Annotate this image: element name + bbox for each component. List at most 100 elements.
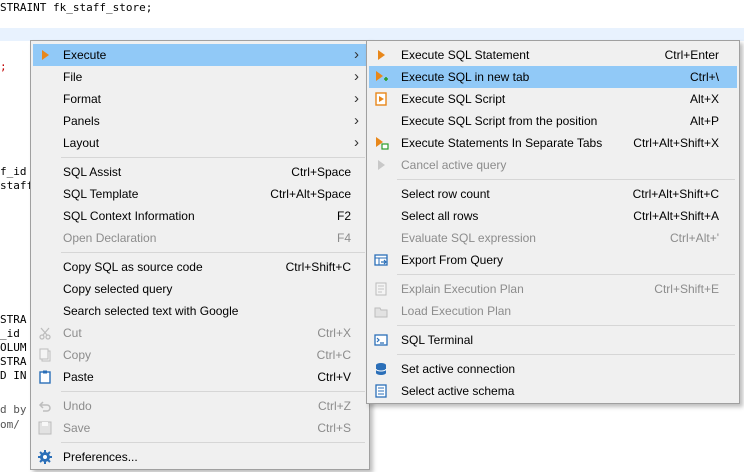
preferences-icon	[37, 449, 53, 465]
menu-item-sql-context-information[interactable]: SQL Context Information F2	[33, 205, 367, 227]
menu-item-label: Execute	[63, 48, 107, 62]
code-line: ;	[0, 60, 7, 73]
menu-item-shortcut: Alt+P	[689, 114, 719, 128]
cut-icon	[37, 325, 53, 341]
menu-separator	[61, 157, 365, 158]
menu-item-shortcut: Ctrl+Space	[291, 165, 351, 179]
menu-item-label: Format	[63, 92, 102, 106]
menu-item-label: SQL Terminal	[401, 333, 474, 347]
menu-item-cancel-active-query: Cancel active query	[369, 154, 737, 176]
undo-icon	[37, 398, 53, 414]
menu-item-open-declaration: Open Declaration F4	[33, 227, 367, 249]
menu-item-shortcut: Ctrl+Alt+Space	[270, 187, 351, 201]
menu-item-select-row-count[interactable]: Select row count Ctrl+Alt+Shift+C	[369, 183, 737, 205]
menu-item-label: SQL Template	[63, 187, 139, 201]
menu-separator	[397, 274, 735, 275]
menu-item-panels[interactable]: Panels ›	[33, 110, 367, 132]
paste-icon	[37, 369, 53, 385]
menu-item-execute-sql-in-new-tab[interactable]: Execute SQL in new tab Ctrl+\	[369, 66, 737, 88]
menu-item-label: Undo	[63, 399, 92, 413]
chevron-right-icon: ›	[354, 112, 359, 129]
menu-item-search-selected-text-with-google[interactable]: Search selected text with Google	[33, 300, 367, 322]
menu-item-layout[interactable]: Layout ›	[33, 132, 367, 154]
execute-submenu: Execute SQL Statement Ctrl+Enter Execute S…	[366, 40, 740, 404]
menu-separator	[397, 354, 735, 355]
code-line: D IN	[0, 369, 27, 382]
menu-item-sql-assist[interactable]: SQL Assist Ctrl+Space	[33, 161, 367, 183]
menu-item-execute-sql-statement[interactable]: Execute SQL Statement Ctrl+Enter	[369, 44, 737, 66]
execute-new-tab-icon	[373, 69, 389, 85]
menu-item-execute[interactable]: Execute ›	[33, 44, 367, 66]
menu-item-label: Execute SQL Statement	[401, 48, 530, 62]
menu-item-shortcut: Ctrl+S	[317, 421, 351, 435]
menu-item-shortcut: Ctrl+Alt+Shift+C	[632, 187, 719, 201]
schema-icon	[373, 383, 389, 399]
menu-item-label: Explain Execution Plan	[401, 282, 524, 296]
menu-item-shortcut: Ctrl+\	[689, 70, 719, 84]
menu-item-shortcut: Ctrl+V	[317, 370, 351, 384]
chevron-right-icon: ›	[354, 134, 359, 151]
menu-item-shortcut: F2	[336, 209, 351, 223]
menu-item-execute-statements-in-separate-tabs[interactable]: Execute Statements In Separate Tabs Ctrl+…	[369, 132, 737, 154]
menu-item-label: Select row count	[401, 187, 490, 201]
code-line: f_id	[0, 165, 27, 178]
execute-statement-icon	[373, 47, 389, 63]
menu-item-shortcut: Ctrl+Alt+Shift+A	[633, 209, 719, 223]
load-plan-icon	[373, 303, 389, 319]
menu-item-format[interactable]: Format ›	[33, 88, 367, 110]
menu-item-set-active-connection[interactable]: Set active connection	[369, 358, 737, 380]
menu-item-shortcut: Ctrl+Z	[318, 399, 351, 413]
save-icon	[37, 420, 53, 436]
menu-item-sql-terminal[interactable]: SQL Terminal	[369, 329, 737, 351]
menu-item-label: File	[63, 70, 83, 84]
code-line: staff	[0, 179, 34, 192]
menu-item-label: Copy selected query	[63, 282, 173, 296]
menu-item-label: Panels	[63, 114, 100, 128]
menu-item-select-all-rows[interactable]: Select all rows Ctrl+Alt+Shift+A	[369, 205, 737, 227]
menu-item-explain-execution-plan: Explain Execution Plan Ctrl+Shift+E	[369, 278, 737, 300]
menu-item-preferences[interactable]: Preferences...	[33, 446, 367, 468]
menu-item-label: Open Declaration	[63, 231, 157, 245]
menu-item-label: Select active schema	[401, 384, 515, 398]
menu-item-execute-sql-script[interactable]: Execute SQL Script Alt+X	[369, 88, 737, 110]
code-line: STRA	[0, 313, 27, 326]
code-line: d by	[0, 403, 27, 416]
menu-separator	[397, 179, 735, 180]
menu-separator	[61, 252, 365, 253]
menu-item-shortcut: Ctrl+Shift+E	[654, 282, 719, 296]
menu-item-label: Load Execution Plan	[401, 304, 512, 318]
chevron-right-icon: ›	[354, 68, 359, 85]
menu-item-label: Copy	[63, 348, 92, 362]
menu-item-label: Execute SQL in new tab	[401, 70, 530, 84]
menu-item-shortcut: Alt+X	[689, 92, 719, 106]
menu-item-copy-selected-query[interactable]: Copy selected query	[33, 278, 367, 300]
explain-plan-icon	[373, 281, 389, 297]
menu-item-label: Layout	[63, 136, 100, 150]
menu-item-paste[interactable]: Paste Ctrl+V	[33, 366, 367, 388]
menu-item-load-execution-plan: Load Execution Plan	[369, 300, 737, 322]
menu-item-copy-sql-as-source-code[interactable]: Copy SQL as source code Ctrl+Shift+C	[33, 256, 367, 278]
menu-item-save: Save Ctrl+S	[33, 417, 367, 439]
menu-item-execute-sql-script-from-the-position[interactable]: Execute SQL Script from the position Alt+…	[369, 110, 737, 132]
menu-item-shortcut: Ctrl+Alt+'	[670, 231, 719, 245]
menu-item-evaluate-sql-expression: Evaluate SQL expression Ctrl+Alt+'	[369, 227, 737, 249]
menu-item-shortcut: F4	[336, 231, 351, 245]
menu-item-label: Execute SQL Script	[401, 92, 506, 106]
menu-item-sql-template[interactable]: SQL Template Ctrl+Alt+Space	[33, 183, 367, 205]
execute-icon	[37, 47, 53, 63]
menu-item-cut: Cut Ctrl+X	[33, 322, 367, 344]
menu-item-shortcut: Ctrl+C	[316, 348, 351, 362]
menu-item-export-from-query[interactable]: Export From Query	[369, 249, 737, 271]
code-line: OLUM	[0, 341, 27, 354]
menu-item-label: Save	[63, 421, 91, 435]
menu-item-label: Preferences...	[63, 450, 138, 464]
menu-item-file[interactable]: File ›	[33, 66, 367, 88]
menu-item-select-active-schema[interactable]: Select active schema	[369, 380, 737, 402]
editor-context-menu: Execute › File › Format › Panels › Layout › SQL As…	[30, 40, 370, 470]
code-line: STRAINT fk_staff_store;	[0, 1, 153, 14]
menu-item-label: Execute Statements In Separate Tabs	[401, 136, 603, 150]
chevron-right-icon: ›	[354, 46, 359, 63]
copy-icon	[37, 347, 53, 363]
menu-item-label: Cancel active query	[401, 158, 507, 172]
terminal-icon	[373, 332, 389, 348]
